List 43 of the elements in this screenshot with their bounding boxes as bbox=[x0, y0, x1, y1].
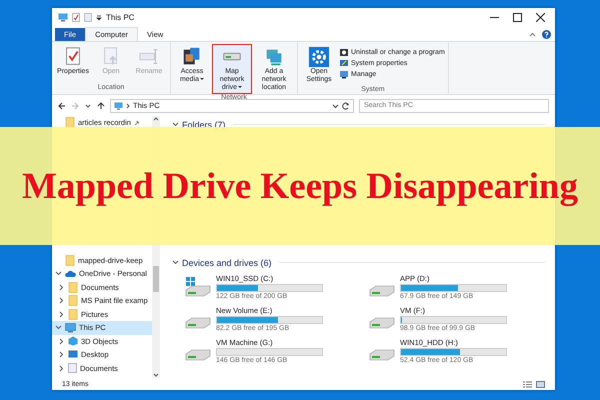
cloud-icon bbox=[65, 270, 76, 278]
desktop-icon bbox=[68, 350, 78, 360]
large-icons-view-icon[interactable] bbox=[536, 380, 545, 388]
chevron-right-icon[interactable] bbox=[126, 102, 130, 108]
banner-title: Mapped Drive Keeps Disappearing bbox=[22, 164, 578, 208]
windows-drive-icon[interactable] bbox=[184, 276, 212, 298]
chevron-down-icon[interactable] bbox=[55, 324, 62, 332]
scroll-up-icon[interactable] bbox=[153, 116, 159, 122]
camera-icon bbox=[339, 47, 349, 57]
chevron-down-icon[interactable] bbox=[172, 121, 179, 128]
up-icon[interactable] bbox=[97, 102, 105, 110]
help-icon[interactable] bbox=[542, 30, 551, 39]
chevron-down-icon[interactable] bbox=[55, 270, 62, 278]
back-icon[interactable] bbox=[58, 102, 66, 110]
maximize-icon[interactable] bbox=[513, 13, 522, 22]
folder-icon bbox=[65, 117, 75, 128]
cube-icon bbox=[68, 336, 78, 346]
scroll-down-icon[interactable] bbox=[153, 372, 159, 378]
collapse-ribbon-icon[interactable] bbox=[529, 32, 536, 37]
group-header[interactable]: Devices and drives (6) bbox=[172, 256, 545, 269]
computer-icon bbox=[114, 102, 123, 110]
monitor-icon bbox=[339, 58, 349, 68]
chevron-down-icon[interactable] bbox=[332, 102, 339, 108]
group-header[interactable]: Folders (7) bbox=[172, 118, 545, 131]
chevron-down-icon[interactable] bbox=[172, 259, 179, 266]
window-title: This PC bbox=[106, 13, 136, 22]
computer-icon bbox=[339, 69, 349, 79]
folder-icon bbox=[68, 295, 78, 306]
gear-icon bbox=[308, 46, 330, 68]
refresh-icon[interactable] bbox=[342, 102, 350, 110]
folder-icon bbox=[68, 282, 78, 293]
details-view-icon[interactable] bbox=[523, 380, 532, 388]
folder-icon bbox=[68, 308, 78, 320]
checklist-icon[interactable] bbox=[72, 13, 80, 22]
close-icon[interactable] bbox=[536, 13, 545, 22]
folder-icon bbox=[65, 254, 75, 266]
scroll-thumb[interactable] bbox=[153, 266, 159, 292]
recent-dropdown-icon[interactable] bbox=[84, 102, 92, 110]
computer-icon bbox=[65, 322, 76, 333]
document-icon bbox=[68, 363, 77, 374]
computer-icon bbox=[58, 13, 68, 22]
pin-icon[interactable] bbox=[134, 120, 140, 126]
dropdown-icon[interactable] bbox=[96, 14, 102, 20]
